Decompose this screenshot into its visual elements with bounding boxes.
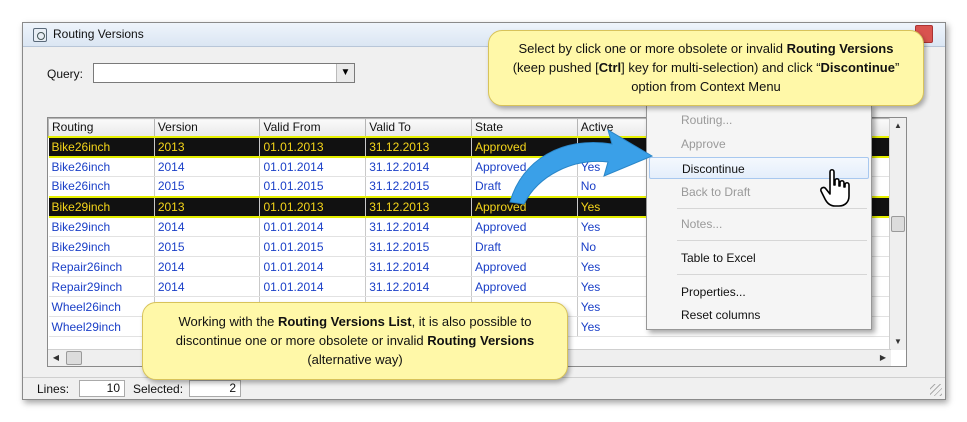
cell-valid-to: 31.12.2013 [365,135,472,158]
vertical-scrollbar[interactable]: ▲ ▼ [889,118,906,350]
context-menu: Routing... Approve Discontinue Back to D… [646,104,872,330]
menu-separator [677,240,867,241]
cell-routing: Bike26inch [48,135,155,158]
cell-routing: Bike26inch [48,156,155,177]
cell-state: Draft [471,236,578,257]
cell-state: Approved [471,256,578,277]
callout-bold-text: Ctrl [598,60,622,75]
cell-routing: Repair29inch [48,276,155,297]
cell-valid-to: 31.12.2014 [365,256,472,277]
cell-version: 2013 [154,195,261,218]
hand-pointer-cursor-icon [820,168,850,207]
cell-version: 2014 [154,276,261,297]
vertical-scroll-thumb[interactable] [891,216,905,232]
selected-label: Selected: [133,382,184,396]
column-header-valid-to[interactable]: Valid To [365,118,472,137]
cell-state: Approved [471,216,578,237]
column-header-valid-from[interactable]: Valid From [259,118,367,137]
query-label: Query: [47,67,84,81]
cell-valid-from: 01.01.2014 [259,156,367,177]
cell-valid-from: 01.01.2013 [259,195,367,218]
callout-bold-text: Routing Versions List [277,314,412,329]
dropdown-chevron-icon[interactable]: ▼ [336,64,354,82]
cell-valid-to: 31.12.2013 [365,195,472,218]
cell-version: 2014 [154,256,261,277]
cell-valid-from: 01.01.2014 [259,256,367,277]
callout-text: Working with the [178,314,278,329]
query-select[interactable]: ▼ [93,63,355,83]
callout-bold-text: Routing Versions [427,333,535,348]
scroll-down-icon[interactable]: ▼ [890,334,906,350]
scroll-right-icon[interactable]: ▶ [875,350,891,366]
cell-version: 2014 [154,216,261,237]
menu-item-routing: Routing... [681,113,733,127]
cell-valid-to: 31.12.2014 [365,276,472,297]
selected-count: 2 [189,380,241,397]
cell-routing: Bike29inch [48,195,155,218]
menu-item-table-to-excel[interactable]: Table to Excel [649,247,869,269]
callout-text: (alternative way) [307,352,403,367]
resize-grip-icon[interactable] [930,384,942,396]
cell-state: Approved [471,276,578,297]
status-bar: Lines: 10 Selected: 2 [23,377,945,399]
window-title: Routing Versions [53,27,144,41]
cell-version: 2015 [154,176,261,197]
menu-item-properties[interactable]: Properties... [649,281,869,303]
cell-valid-from: 01.01.2015 [259,236,367,257]
cell-version: 2015 [154,236,261,257]
menu-item-notes: Notes... [681,217,723,231]
column-header-version[interactable]: Version [153,118,261,137]
cell-routing: Wheel26inch [48,296,155,317]
scroll-up-icon[interactable]: ▲ [890,118,906,134]
horizontal-scroll-thumb[interactable] [66,351,82,365]
cell-valid-to: 31.12.2015 [365,176,472,197]
cell-routing: Bike26inch [48,176,155,197]
lines-label: Lines: [37,382,70,396]
cell-valid-from: 01.01.2014 [259,276,367,297]
callout-bold-text: Routing Versions [786,41,894,56]
cell-routing: Bike29inch [48,216,155,237]
cell-valid-from: 01.01.2015 [259,176,367,197]
menu-separator [677,274,867,275]
cell-version: 2014 [154,156,261,177]
lines-count: 10 [79,380,125,397]
cell-valid-from: 01.01.2014 [259,216,367,237]
cell-valid-from: 01.01.2013 [259,135,367,158]
callout-text: Select by click one or more obsolete or … [518,41,787,56]
callout-bold-text: Discontinue [820,60,895,75]
menu-item-reset-columns[interactable]: Reset columns [649,304,869,326]
instruction-callout-top: Select by click one or more obsolete or … [488,30,924,106]
cell-routing: Repair26inch [48,256,155,277]
scroll-left-icon[interactable]: ◀ [48,350,64,366]
cell-version: 2013 [154,135,261,158]
cell-valid-to: 31.12.2015 [365,236,472,257]
cell-routing: Bike29inch [48,236,155,257]
curved-arrow-icon [509,128,654,205]
menu-item-approve: Approve [681,137,726,151]
routing-versions-icon [33,28,47,42]
callout-text: ] key for multi-selection) and click “ [621,60,821,75]
cell-valid-to: 31.12.2014 [365,156,472,177]
menu-separator [677,208,867,209]
callout-text: (keep pushed [ [512,60,599,75]
cell-routing: Wheel29inch [48,316,155,337]
instruction-callout-bottom: Working with the Routing Versions List, … [142,302,568,380]
column-header-routing[interactable]: Routing [48,118,155,137]
cell-valid-to: 31.12.2014 [365,216,472,237]
